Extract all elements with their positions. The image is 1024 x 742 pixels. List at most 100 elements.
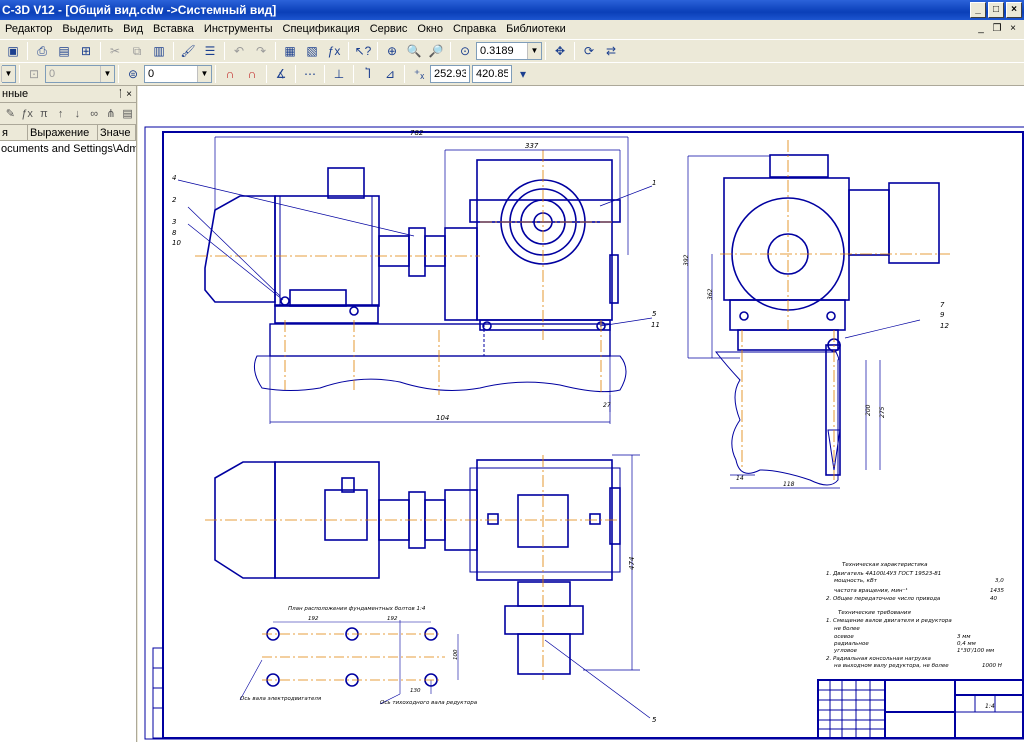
chevron-down-icon[interactable]: ▼ xyxy=(1,66,15,82)
menu-specification[interactable]: Спецификация xyxy=(278,20,365,39)
top-view-centerlines xyxy=(205,455,620,680)
list-icon[interactable]: ☰ xyxy=(200,41,220,61)
paste-icon[interactable]: ▥ xyxy=(149,41,169,61)
title-block: 1:4 xyxy=(817,679,1024,739)
tree-row-path[interactable]: ocuments and Settings\Admin\Lo xyxy=(0,141,136,157)
panel-toolbar: ✎ ƒx π ↑ ↓ ∞ ⋔ ▤ xyxy=(0,103,136,125)
menu-editor[interactable]: Редактор xyxy=(0,20,57,39)
pin-icon[interactable]: ᛙ xyxy=(117,89,123,100)
ortho-mode-icon[interactable]: Ⴈ xyxy=(358,64,378,84)
separator xyxy=(324,65,325,83)
layer-combo[interactable]: 0 ▼ xyxy=(45,65,115,83)
dim-782: 782 xyxy=(410,129,424,137)
select-icon[interactable]: ⊞ xyxy=(76,41,96,61)
callout-10: 10 xyxy=(172,239,181,247)
menu-service[interactable]: Сервис xyxy=(365,20,413,39)
separator xyxy=(450,42,451,60)
chevron-down-icon[interactable]: ▼ xyxy=(197,66,211,82)
zoom-scale-icon[interactable]: ⊙ xyxy=(455,41,475,61)
cursor-y-field[interactable] xyxy=(472,65,512,83)
req-line-1b: осевое xyxy=(834,634,854,640)
link-icon[interactable]: ∞ xyxy=(87,104,102,124)
properties-brush-icon[interactable]: 🖌 xyxy=(178,41,198,61)
menu-tools[interactable]: Инструменты xyxy=(199,20,278,39)
pi-icon[interactable]: π xyxy=(37,104,52,124)
doc-minimize-button[interactable]: _ xyxy=(974,22,988,36)
dim-100: 100 xyxy=(453,649,459,660)
rebuild-icon[interactable]: ⇄ xyxy=(601,41,621,61)
grid-icon[interactable]: ⋯ xyxy=(300,64,320,84)
snap-magnet-icon[interactable]: ∩ xyxy=(220,64,240,84)
toolbar-overflow-icon[interactable]: ▾ xyxy=(513,64,533,84)
chevron-down-icon[interactable]: ▼ xyxy=(100,66,114,82)
minimize-button[interactable]: _ xyxy=(970,2,986,18)
local-cs-icon[interactable]: ⊥ xyxy=(329,64,349,84)
column-expression[interactable]: Выражение xyxy=(28,125,98,140)
dim-27: 27 xyxy=(603,402,611,409)
cursor-x-field[interactable] xyxy=(430,65,470,83)
delete-icon[interactable]: ✎ xyxy=(3,104,18,124)
close-button[interactable]: × xyxy=(1006,2,1022,18)
bolt-hole-plan-centerlines xyxy=(262,633,445,681)
menu-window[interactable]: Окно xyxy=(412,20,448,39)
arrow-up-icon[interactable]: ↑ xyxy=(53,104,68,124)
redo-icon[interactable]: ↷ xyxy=(251,41,271,61)
menu-select[interactable]: Выделить xyxy=(57,20,118,39)
libraries-icon[interactable]: ▧ xyxy=(302,41,322,61)
separator xyxy=(118,65,119,83)
separator xyxy=(173,42,174,60)
arrow-down-icon[interactable]: ↓ xyxy=(70,104,85,124)
zoom-in-icon[interactable]: 🔍 xyxy=(404,41,424,61)
separator xyxy=(377,42,378,60)
print-icon[interactable]: ⎙ xyxy=(32,41,52,61)
column-name[interactable]: я xyxy=(0,125,28,140)
sheet-scale-label: 1:4 xyxy=(985,703,995,710)
technical-notes: Техническая характеристика 1. Двигатель … xyxy=(826,562,1004,669)
print-preview-icon[interactable]: ▤ xyxy=(54,41,74,61)
separator xyxy=(275,42,276,60)
snap-settings-icon[interactable]: ∩ xyxy=(242,64,262,84)
doc-restore-button[interactable]: ❐ xyxy=(990,22,1004,36)
chevron-down-icon[interactable]: ▼ xyxy=(527,43,541,59)
panel-close-icon[interactable]: × xyxy=(126,89,132,100)
panel-header: нные ᛙ × xyxy=(0,86,136,103)
cut-icon[interactable]: ✂ xyxy=(105,41,125,61)
zoom-window-icon[interactable]: ⊕ xyxy=(382,41,402,61)
layer-state-icon[interactable]: ⊡ xyxy=(24,64,44,84)
tech-line-1: 1. Двигатель 4А100L4У3 ГОСТ 19523-81 xyxy=(826,571,941,577)
callout-3: 3 xyxy=(172,218,176,226)
maximize-button[interactable]: □ xyxy=(988,2,1004,18)
dim-130: 130 xyxy=(410,688,421,694)
variables-fx-icon[interactable]: ƒx xyxy=(324,41,344,61)
separator xyxy=(215,65,216,83)
tree-icon[interactable]: ⋔ xyxy=(104,104,119,124)
menu-view[interactable]: Вид xyxy=(118,20,148,39)
copy-icon[interactable]: ⧉ xyxy=(127,41,147,61)
help-pointer-icon[interactable]: ↖? xyxy=(353,41,373,61)
menu-help[interactable]: Справка xyxy=(448,20,501,39)
pan-icon[interactable]: ✥ xyxy=(550,41,570,61)
style-icon[interactable]: ⊜ xyxy=(123,64,143,84)
req-line-1c: радиальное xyxy=(833,641,869,647)
column-value[interactable]: Значе xyxy=(98,125,136,140)
separator xyxy=(353,65,354,83)
refresh-icon[interactable]: ⟳ xyxy=(579,41,599,61)
save-icon[interactable]: ▣ xyxy=(3,41,23,61)
view-combo-stub[interactable]: ▼ xyxy=(1,65,16,83)
ortho-icon[interactable]: ∡ xyxy=(271,64,291,84)
drawing-canvas[interactable]: 1:4 782 337 104 27 4 2 3 8 10 1 5 11 392… xyxy=(138,86,1024,742)
doc-close-button[interactable]: × xyxy=(1006,22,1020,36)
menu-insert[interactable]: Вставка xyxy=(148,20,199,39)
menu-libraries[interactable]: Библиотеки xyxy=(501,20,571,39)
panel-title: нные xyxy=(2,88,29,100)
style-combo[interactable]: 0 ▼ xyxy=(144,65,212,83)
undo-icon[interactable]: ↶ xyxy=(229,41,249,61)
snap-toggle-icon[interactable]: ⊿ xyxy=(380,64,400,84)
fx-icon[interactable]: ƒx xyxy=(20,104,35,124)
axis-motor-note: Ось вала электродвигателя xyxy=(240,696,322,702)
zoom-combo[interactable]: 0.3189 ▼ xyxy=(476,42,542,60)
front-view-centerlines xyxy=(195,150,615,395)
table-icon[interactable]: ▤ xyxy=(120,104,135,124)
zoom-out-icon[interactable]: 🔎 xyxy=(426,41,446,61)
manager-icon[interactable]: ▦ xyxy=(280,41,300,61)
